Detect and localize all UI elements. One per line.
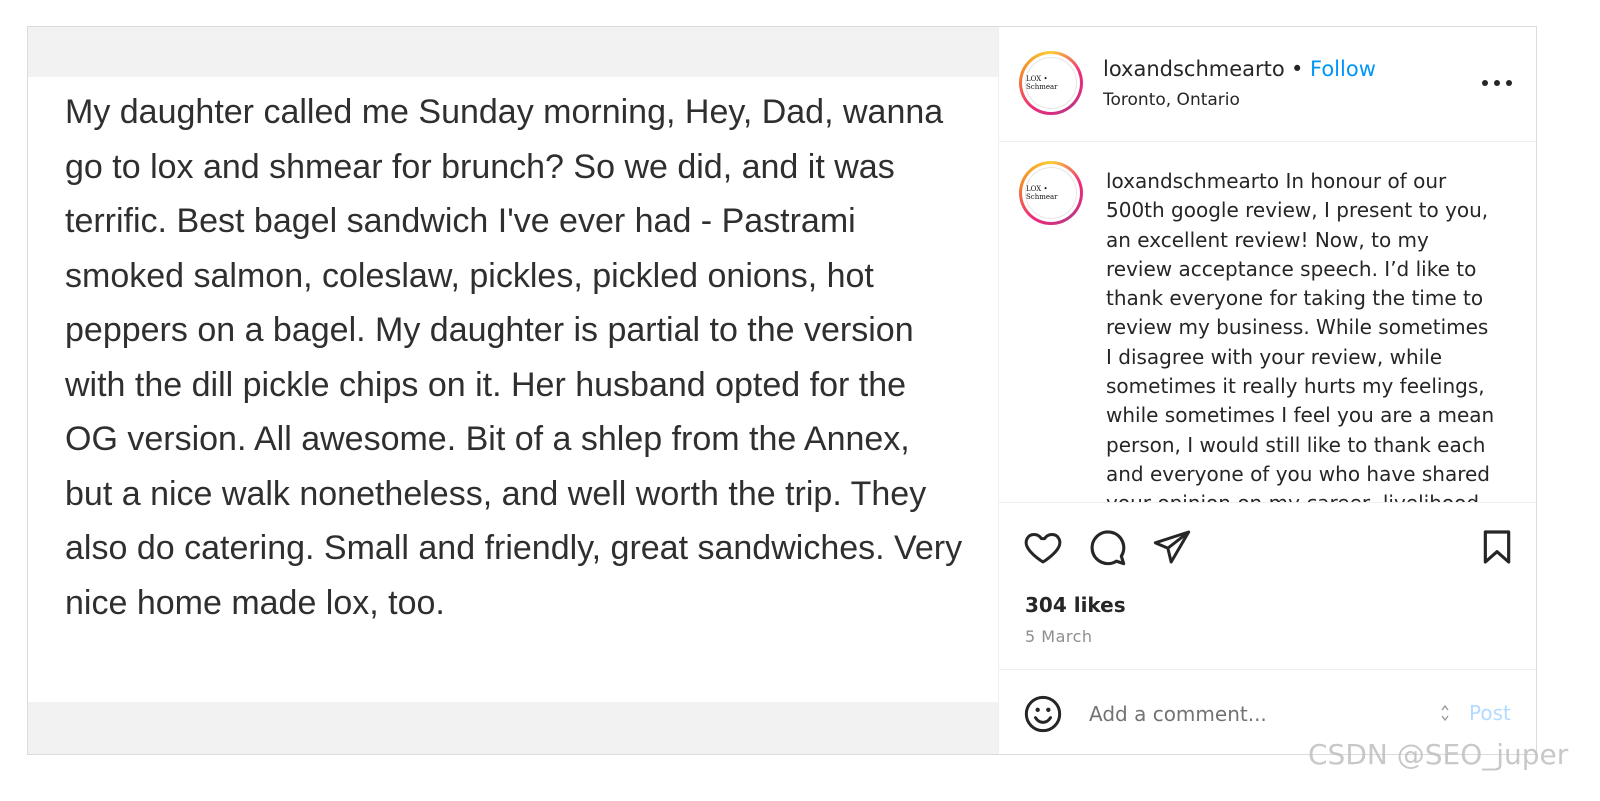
post-date[interactable]: 5 March <box>1025 627 1093 646</box>
action-bar <box>999 523 1536 571</box>
review-screenshot: My daughter called me Sunday morning, He… <box>28 77 998 702</box>
avatar-logo: LOX • Schmear <box>1025 167 1077 219</box>
emoji-icon[interactable] <box>1023 694 1063 734</box>
review-text: My daughter called me Sunday morning, He… <box>65 93 963 622</box>
separator-dot: • <box>1291 57 1304 81</box>
avatar-logo: LOX • Schmear <box>1025 57 1077 109</box>
caption-username[interactable]: loxandschmearto <box>1106 169 1279 193</box>
more-icon[interactable] <box>1477 73 1517 93</box>
post-side-panel: LOX • Schmear loxandschmearto • Follow T… <box>998 27 1536 754</box>
location-link[interactable]: Toronto, Ontario <box>1103 90 1240 110</box>
post-header: LOX • Schmear loxandschmearto • Follow T… <box>999 27 1536 142</box>
instagram-post-window: My daughter called me Sunday morning, He… <box>27 26 1537 755</box>
post-caption: LOX • Schmear loxandschmearto In honour … <box>999 142 1536 503</box>
heart-icon[interactable] <box>1023 527 1063 567</box>
caption-avatar[interactable]: LOX • Schmear <box>1019 161 1083 225</box>
likes-count[interactable]: 304 likes <box>1025 593 1126 617</box>
post-button[interactable]: Post <box>1469 701 1511 725</box>
caption-body: In honour of our 500th google review, I … <box>1106 169 1495 502</box>
profile-avatar[interactable]: LOX • Schmear <box>1019 51 1083 115</box>
comment-input[interactable] <box>1089 698 1419 730</box>
comment-icon[interactable] <box>1087 527 1127 567</box>
textarea-resize-icon[interactable] <box>1440 698 1450 728</box>
bookmark-icon[interactable] <box>1477 527 1517 567</box>
watermark: CSDN @SEO_juper <box>1308 738 1569 771</box>
follow-button[interactable]: Follow <box>1310 57 1376 81</box>
header-username[interactable]: loxandschmearto <box>1103 57 1285 81</box>
post-media: My daughter called me Sunday morning, He… <box>28 27 998 754</box>
caption-text-block: loxandschmearto In honour of our 500th g… <box>1106 167 1498 502</box>
share-icon[interactable] <box>1152 527 1192 567</box>
